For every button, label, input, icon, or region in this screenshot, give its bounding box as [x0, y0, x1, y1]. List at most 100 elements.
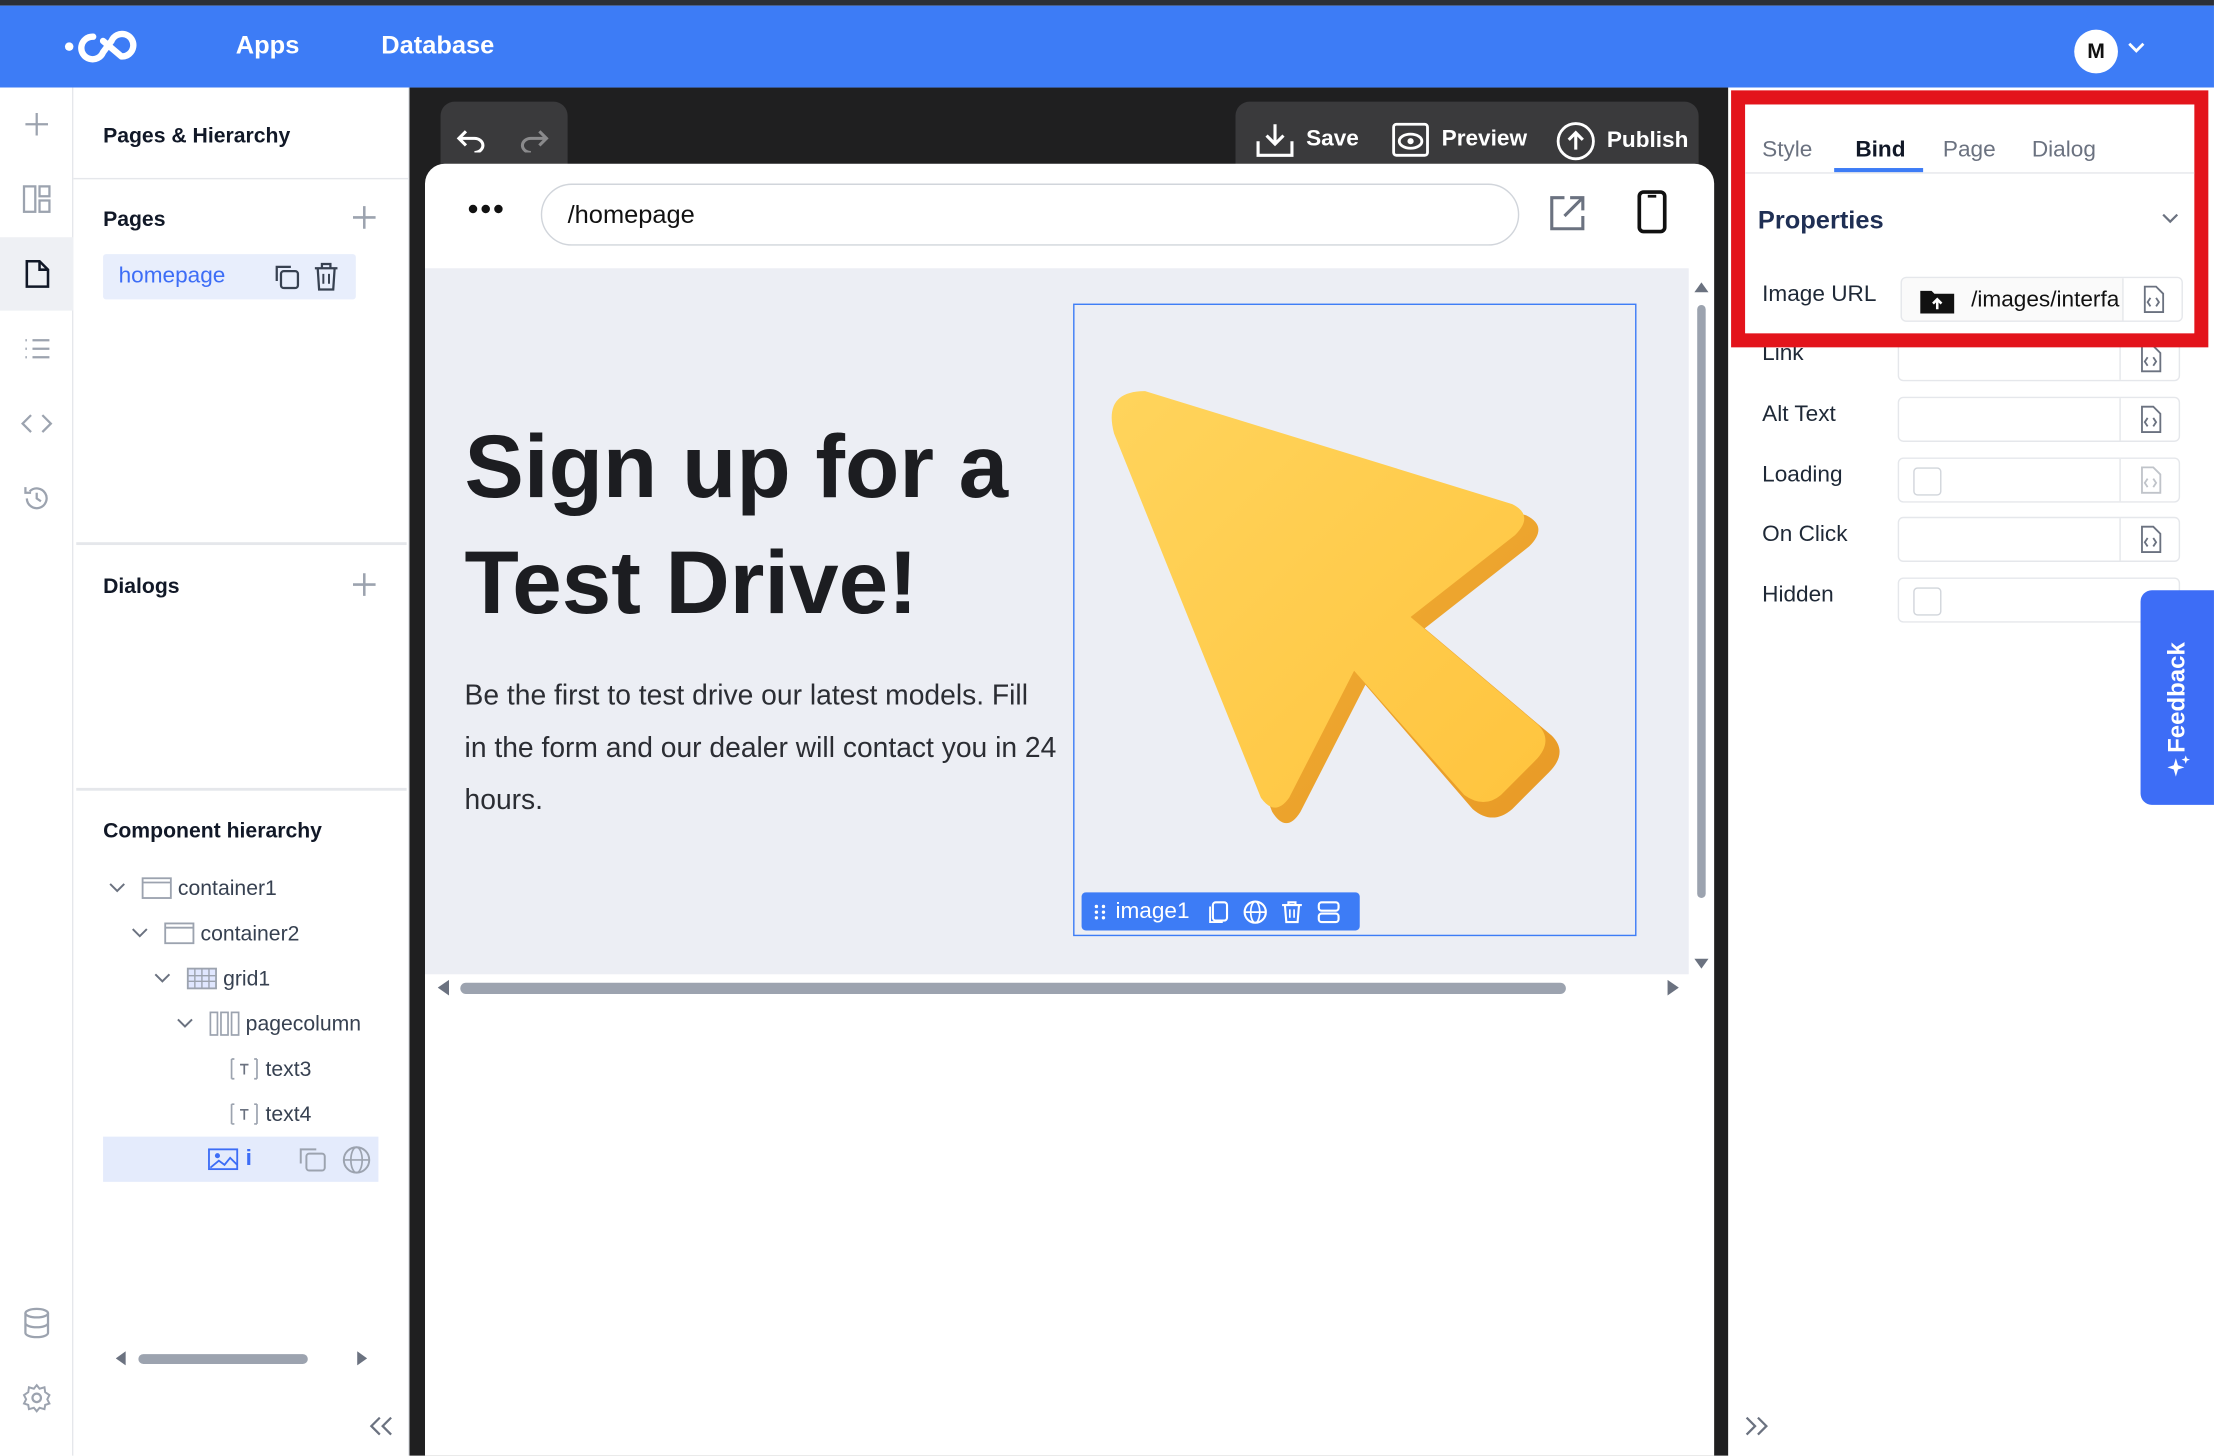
container-icon [164, 922, 195, 945]
tree-item-label: pagecolumn [245, 1011, 362, 1036]
chevron-down-icon[interactable] [2160, 212, 2180, 226]
properties-section-title[interactable]: Properties [1758, 206, 1884, 236]
more-options-icon[interactable] [467, 203, 504, 214]
open-external-icon[interactable] [1548, 193, 1588, 233]
image-icon [208, 1148, 239, 1171]
delete-page-icon[interactable] [312, 261, 340, 292]
upload-circle-icon [1556, 122, 1595, 161]
add-page-icon[interactable] [350, 203, 378, 231]
preview-button[interactable]: Preview [1391, 121, 1527, 158]
pages-heading: Pages [103, 207, 166, 232]
loading-checkbox[interactable] [1913, 467, 1942, 496]
bind-code-icon[interactable] [2119, 518, 2178, 561]
expand-panel-icon[interactable] [1742, 1415, 1770, 1438]
code-icon[interactable] [0, 387, 73, 460]
tree-item-label: grid1 [223, 966, 271, 991]
bind-code-icon[interactable] [2119, 458, 2178, 502]
chevron-down-icon[interactable] [152, 971, 172, 985]
page-item-homepage[interactable]: homepage [103, 254, 356, 300]
scroll-up-arrow-icon[interactable] [1693, 280, 1710, 294]
horizontal-scrollbar-thumb[interactable] [138, 1354, 308, 1364]
upload-folder-icon[interactable] [1919, 287, 1956, 315]
chevron-down-icon[interactable] [107, 881, 127, 895]
globe-icon[interactable] [342, 1145, 372, 1175]
drag-handle-icon[interactable] [1093, 902, 1107, 922]
delete-icon[interactable] [1280, 899, 1305, 924]
tree-item-label: container2 [200, 921, 300, 946]
text-icon [230, 1058, 258, 1080]
tab-page[interactable]: Page [1943, 138, 1996, 163]
publish-button[interactable]: Publish [1556, 121, 1688, 161]
pages-icon[interactable] [0, 237, 74, 311]
tab-bind[interactable]: Bind [1855, 138, 1905, 163]
duplicate-component-icon[interactable] [297, 1145, 328, 1173]
tree-item-label[interactable]: i [246, 1147, 252, 1172]
tree-item-image1[interactable]: i [103, 1136, 379, 1182]
download-icon [1256, 124, 1294, 157]
dialogs-heading: Dialogs [103, 574, 180, 599]
hero-body-text[interactable]: Be the first to test drive our latest mo… [465, 671, 1058, 828]
selected-image-outline[interactable] [1073, 303, 1637, 937]
grid-icon [186, 967, 217, 990]
image-url-value[interactable]: /images/interfa [1971, 288, 2123, 313]
image-url-field[interactable]: /images/interfa [1900, 276, 2183, 322]
vertical-scrollbar[interactable] [1693, 280, 1710, 972]
save-label: Save [1306, 127, 1359, 152]
tree-item-grid1[interactable]: grid1 [152, 957, 270, 999]
history-icon[interactable] [0, 462, 73, 535]
tab-dialog[interactable]: Dialog [2032, 138, 2096, 163]
bind-code-icon[interactable] [2119, 398, 2178, 441]
wrap-container-icon[interactable] [1317, 899, 1342, 924]
tab-style[interactable]: Style [1762, 138, 1812, 163]
loading-field [1897, 457, 2181, 503]
list-icon[interactable] [0, 312, 73, 385]
duplicate-page-icon[interactable] [273, 263, 301, 291]
chevron-down-icon[interactable] [2128, 42, 2145, 53]
hidden-checkbox[interactable] [1913, 587, 1942, 616]
undo-icon[interactable] [455, 127, 489, 153]
page-url-field[interactable]: /homepage [540, 183, 1520, 246]
column-icon [209, 1011, 240, 1036]
tree-item-container1[interactable]: container1 [107, 867, 277, 909]
vertical-scrollbar-thumb[interactable] [1697, 304, 1706, 899]
scroll-left-arrow-icon[interactable] [115, 1351, 127, 1366]
app-logo-icon[interactable] [62, 25, 150, 67]
divider [73, 177, 410, 180]
feedback-button[interactable]: Feedback [2140, 590, 2214, 805]
database-icon[interactable] [0, 1286, 73, 1359]
preview-eye-icon [1392, 122, 1429, 157]
add-dialog-icon[interactable] [350, 570, 378, 598]
globe-icon[interactable] [1243, 899, 1268, 924]
alt-text-field[interactable] [1897, 396, 2181, 442]
tree-item-container2[interactable]: container2 [130, 912, 300, 954]
bind-code-icon[interactable] [2122, 278, 2182, 321]
preview-label: Preview [1441, 127, 1528, 152]
chevron-down-icon[interactable] [130, 926, 150, 940]
hero-title[interactable]: Sign up for a Test Drive! [465, 409, 1072, 641]
page-preview-frame: /homepage Sign up for a Test Drive! Be t… [425, 163, 1715, 1456]
redo-icon[interactable] [517, 127, 551, 153]
user-avatar[interactable]: M [2074, 29, 2118, 74]
scroll-right-arrow-icon[interactable] [356, 1351, 368, 1366]
tree-item-text3[interactable]: text3 [229, 1048, 311, 1090]
hidden-label: Hidden [1762, 583, 1834, 608]
scroll-right-arrow-icon[interactable] [1666, 979, 1679, 996]
save-button[interactable]: Save [1255, 121, 1359, 158]
hidden-field [1897, 577, 2181, 623]
nav-database[interactable]: Database [381, 31, 494, 61]
duplicate-icon[interactable] [1207, 899, 1232, 924]
on-click-field[interactable] [1897, 516, 2181, 562]
layout-icon[interactable] [0, 162, 73, 235]
nav-apps[interactable]: Apps [236, 31, 300, 61]
scroll-left-arrow-icon[interactable] [437, 979, 451, 996]
mobile-view-icon[interactable] [1636, 189, 1667, 234]
horizontal-scrollbar-thumb[interactable] [460, 982, 1566, 995]
tree-item-text4[interactable]: text4 [229, 1093, 311, 1135]
settings-gear-icon[interactable] [0, 1361, 73, 1434]
chevron-down-icon[interactable] [175, 1017, 195, 1031]
scroll-down-arrow-icon[interactable] [1693, 957, 1710, 971]
collapse-panel-icon[interactable] [367, 1415, 395, 1438]
add-icon[interactable] [0, 88, 73, 161]
panel-title: Pages & Hierarchy [103, 124, 291, 149]
tree-item-pagecolumn[interactable]: pagecolumn [175, 1003, 361, 1045]
